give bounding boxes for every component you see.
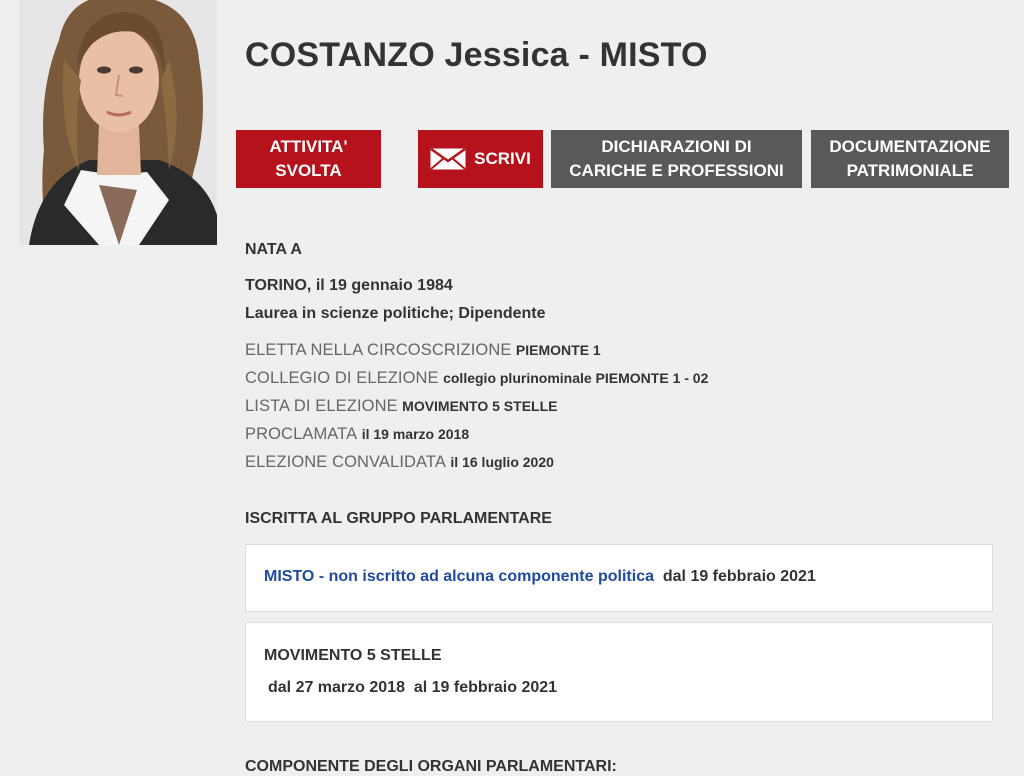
organs-heading: COMPONENTE DEGLI ORGANI PARLAMENTARI: — [245, 758, 617, 775]
activity-button[interactable]: ATTIVITA' SVOLTA — [236, 130, 381, 188]
lista-row: LISTA DI ELEZIONE MOVIMENTO 5 STELLE — [245, 397, 557, 416]
lista-value: MOVIMENTO 5 STELLE — [402, 398, 558, 414]
lista-label: LISTA DI ELEZIONE — [245, 397, 398, 415]
education-job: Laurea in scienze politiche; Dipendente — [245, 305, 546, 322]
birth-place-date: TORINO, il 19 gennaio 1984 — [245, 277, 453, 294]
circoscrizione-value: PIEMONTE 1 — [515, 342, 601, 358]
collegio-label: COLLEGIO DI ELEZIONE — [245, 369, 439, 387]
proclamata-label: PROCLAMATA — [245, 425, 358, 443]
component-link[interactable]: non iscritto ad alcuna componente politi… — [329, 568, 654, 585]
convalidata-value: il 16 luglio 2020 — [450, 454, 554, 470]
circoscrizione-row: ELETTA NELLA CIRCOSCRIZIONE PIEMONTE 1 — [245, 341, 601, 360]
portrait-image — [19, 0, 217, 245]
proclamata-value: il 19 marzo 2018 — [361, 426, 470, 442]
convalidata-row: ELEZIONE CONVALIDATA il 16 luglio 2020 — [245, 453, 554, 472]
current-group-box: MISTO - non iscritto ad alcuna component… — [245, 544, 993, 612]
current-group-line: MISTO - non iscritto ad alcuna component… — [264, 568, 816, 586]
previous-group-period: dal 27 marzo 2018 al 19 febbraio 2021 — [268, 679, 558, 696]
declarations-label-line2: CARICHE E PROFESSIONI — [569, 161, 784, 180]
convalidata-label: ELEZIONE CONVALIDATA — [245, 453, 446, 471]
birth-heading: NATA A — [245, 241, 302, 258]
deputy-photo — [19, 0, 217, 245]
declarations-button[interactable]: DICHIARAZIONI DI CARICHE E PROFESSIONI — [551, 130, 802, 188]
previous-group-box: MOVIMENTO 5 STELLE dal 27 marzo 2018 al … — [245, 622, 993, 722]
group-misto-link[interactable]: MISTO — [264, 568, 314, 585]
previous-group-name: MOVIMENTO 5 STELLE — [264, 647, 442, 664]
declarations-label-line1: DICHIARAZIONI DI — [601, 137, 752, 156]
collegio-value: collegio plurinominale PIEMONTE 1 - 02 — [443, 370, 709, 386]
proclamata-row: PROCLAMATA il 19 marzo 2018 — [245, 425, 469, 444]
collegio-row: COLLEGIO DI ELEZIONE collegio plurinomin… — [245, 369, 708, 388]
group-separator: - — [318, 568, 325, 585]
write-button[interactable]: SCRIVI — [418, 130, 543, 188]
write-button-label: SCRIVI — [474, 149, 531, 168]
envelope-icon — [430, 148, 466, 170]
activity-button-label: ATTIVITA' SVOLTA — [269, 137, 348, 180]
circoscrizione-label: ELETTA NELLA CIRCOSCRIZIONE — [245, 341, 512, 359]
documentation-button[interactable]: DOCUMENTAZIONE PATRIMONIALE — [811, 130, 1009, 188]
group-heading: ISCRITTA AL GRUPPO PARLAMENTARE — [245, 510, 552, 527]
page-title: COSTANZO Jessica - MISTO — [245, 36, 708, 74]
documentation-label-line2: PATRIMONIALE — [846, 161, 974, 180]
current-group-since: dal 19 febbraio 2021 — [662, 568, 816, 585]
documentation-label-line1: DOCUMENTAZIONE — [829, 137, 991, 156]
